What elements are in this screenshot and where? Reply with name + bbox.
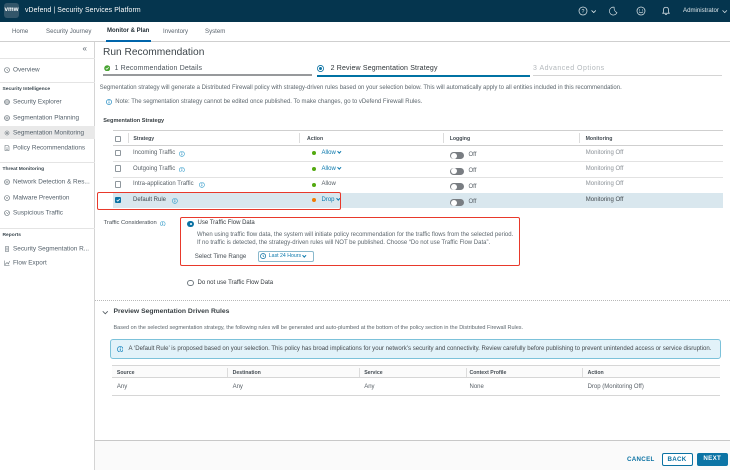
svg-text:?: ? bbox=[582, 9, 585, 15]
